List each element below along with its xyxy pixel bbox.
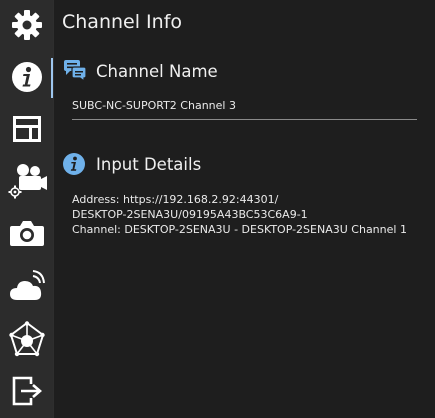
input-details-section-header: Input Details	[62, 152, 201, 176]
camera-settings-button[interactable]	[0, 156, 53, 206]
channel-info-panel: Channel Info Channel Name SUBC-NC-SUPORT…	[62, 0, 435, 418]
layout-button[interactable]	[0, 104, 53, 154]
snapshot-button[interactable]	[0, 208, 53, 258]
page-title: Channel Info	[62, 11, 183, 33]
info-button[interactable]	[0, 52, 53, 102]
exit-icon	[12, 376, 42, 406]
network-pentagon-icon	[8, 321, 45, 357]
cloud-button[interactable]	[0, 262, 53, 312]
info-circle-icon	[63, 153, 85, 175]
address-line-1: Address: https://192.168.2.92:44301/	[72, 193, 279, 206]
channel-name-heading: Channel Name	[96, 61, 218, 81]
sidebar	[0, 0, 53, 418]
settings-button[interactable]	[0, 0, 53, 50]
input-details-text: Address: https://192.168.2.92:44301/ DES…	[72, 192, 407, 237]
input-details-heading: Input Details	[96, 154, 202, 174]
gear-icon	[11, 10, 42, 40]
camera-icon	[9, 221, 44, 246]
info-icon	[11, 62, 42, 92]
network-button[interactable]	[0, 314, 53, 364]
channel-name-section-header: Channel Name	[62, 59, 218, 83]
channel-name-field[interactable]: SUBC-NC-SUPORT2 Channel 3	[72, 97, 417, 120]
video-camera-gear-icon	[8, 164, 47, 199]
exit-button[interactable]	[0, 366, 53, 416]
channel-line: Channel: DESKTOP-2SENA3U - DESKTOP-2SENA…	[72, 223, 407, 236]
sidebar-divider	[53, 0, 54, 418]
cloud-signal-icon	[9, 270, 45, 300]
address-line-2: DESKTOP-2SENA3U/09195A43BC53C6A9-1	[72, 208, 308, 221]
chat-bubbles-icon	[64, 60, 87, 83]
layout-icon	[12, 116, 41, 142]
